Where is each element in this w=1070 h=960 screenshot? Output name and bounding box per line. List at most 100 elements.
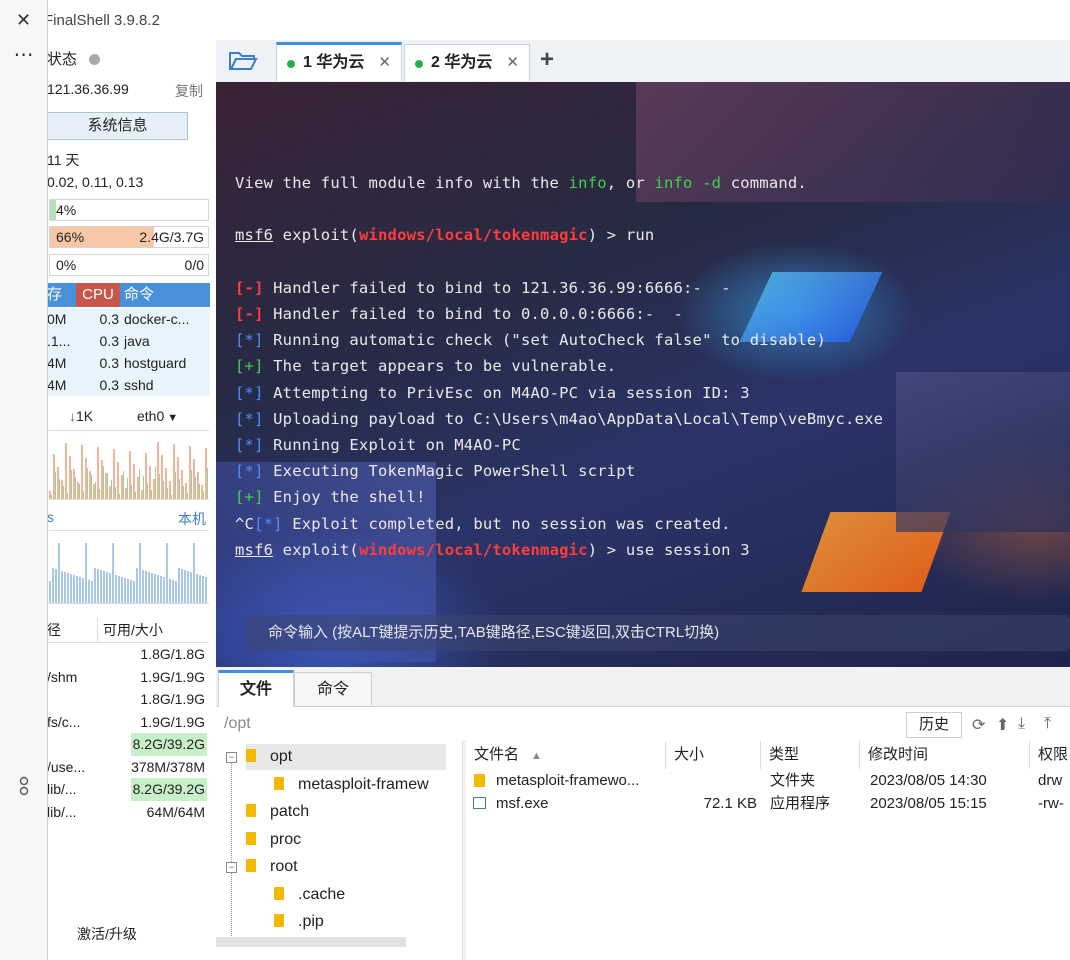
tree-node-label: proc xyxy=(270,830,302,848)
terminal-text: [*] xyxy=(235,462,264,480)
file-perm: -rw- xyxy=(1038,795,1064,812)
column-name[interactable]: 文件名 ▲ xyxy=(466,741,666,769)
tree-node[interactable]: opt xyxy=(246,744,446,770)
terminal-text: Enjoy the shell! xyxy=(263,488,426,506)
close-tab-icon[interactable]: ✕ xyxy=(378,45,391,81)
tree-node[interactable]: .cache xyxy=(274,882,345,908)
file-perm: drw xyxy=(1038,772,1063,789)
close-tab-icon[interactable]: ✕ xyxy=(506,45,519,81)
link-icon[interactable] xyxy=(0,775,47,800)
latency-target[interactable]: 本机 xyxy=(178,509,206,529)
folder-icon xyxy=(274,776,284,790)
terminal[interactable]: View the full module info with the info,… xyxy=(216,82,1070,667)
swap-percent: 0% xyxy=(56,257,77,273)
collapse-toggle-icon[interactable]: − xyxy=(226,862,237,873)
disk-size: 1.8G/1.9G xyxy=(140,691,205,707)
terminal-text: [*] xyxy=(235,331,264,349)
command-column-header[interactable]: 命令 xyxy=(124,283,154,307)
terminal-text: [+] xyxy=(235,357,264,375)
history-button[interactable]: 历史 xyxy=(906,712,962,738)
exe-file-icon xyxy=(473,797,486,809)
process-row[interactable]: 0M 0.3 docker-c... xyxy=(47,308,210,330)
terminal-text: , or xyxy=(606,174,655,192)
disk-size: 8.2G/39.2G xyxy=(130,733,207,756)
process-table-header[interactable]: 存 CPU 命令 xyxy=(47,283,210,307)
terminal-text: Executing TokenMagic PowerShell script xyxy=(263,462,636,480)
terminal-text: Handler failed to bind to 0.0.0.0:6666:-… xyxy=(263,305,684,323)
activate-upgrade-link[interactable]: 激活/升级 xyxy=(77,924,137,944)
memory-size: 2.4G/3.7G xyxy=(139,229,204,245)
online-dot-icon xyxy=(415,60,423,68)
tree-node[interactable]: proc xyxy=(246,827,301,853)
file-size: 72.1 KB xyxy=(703,795,757,812)
cpu-column-header[interactable]: CPU xyxy=(76,283,120,307)
file-type: 文件夹 xyxy=(770,772,816,789)
terminal-text: ^C xyxy=(235,515,255,533)
process-command: java xyxy=(124,333,150,349)
tree-node[interactable]: patch xyxy=(246,799,309,825)
process-row[interactable]: 4M 0.3 hostguard xyxy=(47,352,210,374)
file-mtime: 2023/08/05 14:30 xyxy=(870,772,987,789)
memory-percent: 66% xyxy=(56,229,85,245)
tree-node[interactable]: .pip xyxy=(274,909,324,935)
terminal-text: Running automatic check ("set AutoCheck … xyxy=(263,331,826,349)
terminal-text: windows/local/tokenmagic xyxy=(358,541,588,559)
tree-node-label: patch xyxy=(270,803,310,820)
file-row[interactable]: msf.exe 72.1 KB 应用程序 2023/08/05 15:15 -rw- xyxy=(466,792,1070,815)
command-input[interactable]: 命令输入 (按ALT键提示历史,TAB键路径,ESC键返回,双击CTRL切换) xyxy=(246,615,1070,651)
tree-node-label: .pip xyxy=(298,913,324,930)
file-row[interactable]: metasploit-framewo... 文件夹 2023/08/05 14:30… xyxy=(466,769,1070,792)
file-mtime: 2023/08/05 15:15 xyxy=(870,795,987,812)
tab-session-1[interactable]: 1 华为云 ✕ xyxy=(276,42,402,81)
sysinfo-button[interactable]: 系统信息 xyxy=(47,112,188,140)
process-row[interactable]: 4M 0.3 sshd xyxy=(47,374,210,396)
terminal-line: [*] Executing TokenMagic PowerShell scri… xyxy=(235,462,635,480)
column-size[interactable]: 大小 xyxy=(666,741,761,769)
close-icon[interactable]: ✕ xyxy=(0,10,47,31)
terminal-text: Attempting to PrivEsc on M4AO-PC via ses… xyxy=(263,384,750,402)
column-perm[interactable]: 权限 xyxy=(1030,741,1070,769)
copy-ip-link[interactable]: 复制 xyxy=(175,81,203,101)
process-cpu: 0.3 xyxy=(99,333,119,349)
terminal-text: Uploading payload to C:\Users\m4ao\AppDa… xyxy=(263,410,884,428)
column-mtime[interactable]: 修改时间 xyxy=(860,741,1030,769)
disk-row: lib/... 64M/64M xyxy=(47,801,207,824)
process-row[interactable]: .1... 0.3 java xyxy=(47,330,210,352)
process-cpu: 0.3 xyxy=(99,377,119,393)
refresh-icon[interactable]: ⟳ xyxy=(972,715,985,735)
download-icon[interactable]: ⤓ xyxy=(1018,715,1025,733)
terminal-line: [*] Uploading payload to C:\Users\m4ao\A… xyxy=(235,410,883,428)
disk-size: 1.8G/1.8G xyxy=(140,646,205,662)
add-tab-button[interactable]: + xyxy=(540,46,554,74)
tree-scrollbar[interactable] xyxy=(216,937,406,947)
latency-label: s xyxy=(47,509,54,525)
file-list: 文件名 ▲ 大小 类型 修改时间 权限 metasploit-framewo...… xyxy=(466,741,1070,960)
terminal-text: exploit( xyxy=(273,226,359,244)
swap-size: 0/0 xyxy=(184,257,204,273)
column-type[interactable]: 类型 xyxy=(761,741,860,769)
tree-node[interactable]: root xyxy=(246,854,298,880)
more-icon[interactable]: ⋯ xyxy=(0,42,47,67)
upload-icon[interactable]: ⤒ xyxy=(1044,715,1051,733)
path-input[interactable]: /opt xyxy=(224,715,251,733)
file-name: msf.exe xyxy=(496,795,549,812)
terminal-text: info xyxy=(568,174,607,192)
disk-size: 64M/64M xyxy=(146,803,205,820)
tree-node-label: .cache xyxy=(298,885,346,903)
terminal-text: View the full module info with the xyxy=(235,174,569,192)
side-overlay: ✕ ⋯ xyxy=(0,0,48,960)
go-up-icon[interactable]: ⬆ xyxy=(996,715,1009,735)
terminal-text: [-] xyxy=(235,305,264,323)
collapse-toggle-icon[interactable]: − xyxy=(226,752,237,763)
tab-files[interactable]: 文件 xyxy=(218,670,294,710)
mem-column-header[interactable]: 存 xyxy=(47,283,73,307)
tab-commands[interactable]: 命令 xyxy=(294,672,372,707)
terminal-line: [*] Running Exploit on M4AO-PC xyxy=(235,436,521,454)
tab-session-2[interactable]: 2 华为云 ✕ xyxy=(404,44,530,81)
folder-open-icon[interactable] xyxy=(228,48,258,75)
disk-size: 1.9G/1.9G xyxy=(140,713,205,730)
process-mem: 4M xyxy=(47,355,67,371)
net-interface-select[interactable]: eth0 ▼ xyxy=(137,408,178,424)
tree-node[interactable]: metasploit-framew xyxy=(274,772,429,798)
process-mem: 0M xyxy=(47,311,67,327)
